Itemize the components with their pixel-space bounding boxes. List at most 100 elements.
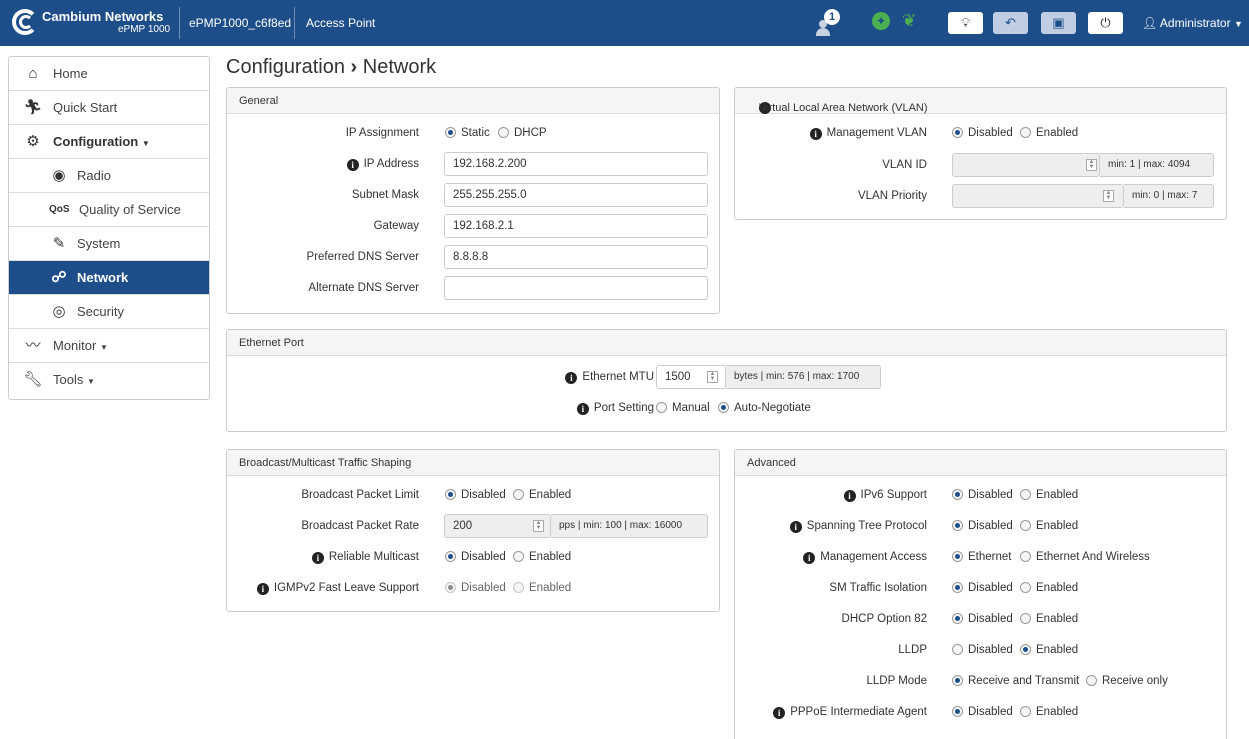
port-setting-auto-radio[interactable]: Auto-Negotiate (718, 402, 811, 414)
lightbulb-button[interactable]: 💡︎ (948, 12, 983, 34)
alternate-dns-input[interactable] (444, 276, 708, 300)
ipv6-enabled-radio[interactable]: Enabled (1020, 489, 1078, 501)
ip-address-input[interactable]: 192.168.2.200 (444, 152, 708, 176)
sidebar-item-label-text: Monitor (53, 338, 97, 353)
undo-button[interactable]: ↶ (993, 12, 1028, 34)
save-button[interactable]: ▣ (1041, 12, 1076, 34)
sidebar-item-qos[interactable]: QoS Quality of Service (9, 193, 209, 227)
user-menu[interactable]: 👤︎ Administrator ▼ (1142, 16, 1243, 30)
lightbulb-icon: 💡︎ (960, 15, 971, 30)
broadcast-rate-input[interactable]: 200 ▲ ▼ (444, 514, 551, 538)
radio-label: DHCP (514, 127, 547, 139)
pppoe-agent-label-text: PPPoE Intermediate Agent (790, 706, 927, 718)
radio-label: Disabled (968, 489, 1013, 501)
subnet-mask-label: Subnet Mask (351, 189, 419, 201)
sidebar-item-label: System (77, 236, 121, 251)
info-icon[interactable]: i (809, 128, 822, 140)
vlan-priority-input[interactable]: ▲ ▼ (952, 184, 1124, 208)
globe-icon[interactable]: ✦ (872, 12, 890, 30)
ethernet-mtu-input[interactable]: 1500 ▲ ▼ (656, 365, 726, 389)
sidebar-item-home[interactable]: ⌂ Home (9, 57, 209, 91)
management-vlan-label: i Management VLAN (809, 127, 927, 140)
igmp-enabled-radio[interactable]: Enabled (513, 582, 571, 594)
pppoe-disabled-radio[interactable]: Disabled (952, 706, 1013, 718)
port-setting-label-text: Port Setting (593, 402, 654, 414)
sidebar-item-security[interactable]: ◎ Security (9, 295, 209, 329)
reliable-multicast-label-text: Reliable Multicast (328, 551, 419, 563)
sidebar-item-network[interactable]: ☍ Network (9, 261, 209, 295)
pulse-icon: 〰 (25, 337, 41, 354)
sm-isolation-enabled-radio[interactable]: Enabled (1020, 582, 1078, 594)
radio-label: Enabled (1036, 706, 1079, 718)
reliable-multicast-enabled-radio[interactable]: Enabled (513, 551, 571, 563)
lldp-enabled-radio[interactable]: Enabled (1020, 644, 1078, 656)
management-vlan-disabled-radio[interactable]: Disabled (952, 127, 1013, 139)
management-access-label-text: Management Access (820, 551, 927, 563)
ip-assignment-static-radio[interactable]: Static (445, 127, 490, 139)
radio-selected-icon (445, 127, 456, 138)
sidebar-item-quick-start[interactable]: 🏃︎ Quick Start (9, 91, 209, 125)
sidebar-item-radio[interactable]: ◉ Radio (9, 159, 209, 193)
mgmt-access-ethernet-radio[interactable]: Ethernet (952, 551, 1011, 563)
broadcast-limit-enabled-radio[interactable]: Enabled (513, 489, 571, 501)
radio-selected-icon (952, 489, 963, 500)
info-icon[interactable]: i (803, 552, 816, 564)
stp-enabled-radio[interactable]: Enabled (1020, 520, 1078, 532)
broadcast-rate-range: pps | min: 100 | max: 16000 (551, 514, 708, 538)
info-icon[interactable]: i (256, 583, 269, 595)
sidebar-item-label: Radio (77, 168, 111, 183)
lldp-mode-rx-tx-radio[interactable]: Receive and Transmit (952, 675, 1079, 687)
info-icon[interactable]: i (346, 159, 359, 171)
sidebar-item-tools[interactable]: 🔧︎ Tools ▼ (9, 363, 209, 397)
management-access-label: i Management Access (803, 551, 927, 564)
sidebar-item-system[interactable]: ✎ System (9, 227, 209, 261)
panel-title: General (239, 95, 279, 107)
radio-unselected-icon (1020, 489, 1031, 500)
lldp-disabled-radio[interactable]: Disabled (952, 644, 1013, 656)
preferred-dns-input[interactable]: 8.8.8.8 (444, 245, 708, 269)
info-icon[interactable]: i (576, 403, 589, 415)
port-setting-manual-radio[interactable]: Manual (656, 402, 710, 414)
sm-isolation-disabled-radio[interactable]: Disabled (952, 582, 1013, 594)
cambium-logo[interactable]: Cambium Networks ePMP 1000 (8, 7, 174, 39)
panel-header: Ethernet Port (227, 330, 1226, 356)
stp-disabled-radio[interactable]: Disabled (952, 520, 1013, 532)
info-icon[interactable]: i (565, 372, 578, 384)
lldp-mode-rx-only-radio[interactable]: Receive only (1086, 675, 1168, 687)
broadcast-limit-disabled-radio[interactable]: Disabled (445, 489, 506, 501)
sidebar-item-configuration[interactable]: ⚙ Configuration ▼ (9, 125, 209, 159)
reliable-multicast-disabled-radio[interactable]: Disabled (445, 551, 506, 563)
radio-label: Disabled (968, 706, 1013, 718)
subnet-mask-input[interactable]: 255.255.255.0 (444, 183, 708, 207)
vlan-id-label: VLAN ID (882, 159, 927, 171)
info-icon[interactable]: i (773, 707, 786, 719)
device-name: ePMP1000_c6f8ed (189, 16, 292, 30)
igmp-disabled-radio[interactable]: Disabled (445, 582, 506, 594)
alerts-button[interactable]: 1 (813, 9, 841, 37)
dhcp82-disabled-radio[interactable]: Disabled (952, 613, 1013, 625)
spinner-icon[interactable]: ▲ ▼ (1103, 190, 1114, 202)
sidebar-item-monitor[interactable]: 〰 Monitor ▼ (9, 329, 209, 363)
caret-down-icon: ▼ (1233, 19, 1243, 29)
spinner-icon[interactable]: ▲ ▼ (1086, 159, 1097, 171)
vlan-id-input[interactable]: ▲ ▼ (952, 153, 1100, 177)
info-icon[interactable]: i (789, 521, 802, 533)
management-vlan-enabled-radio[interactable]: Enabled (1020, 127, 1078, 139)
reboot-button[interactable]: ⏻ (1088, 12, 1123, 34)
page-title-section: Configuration (226, 56, 345, 78)
sidebar-item-label: Network (77, 270, 129, 285)
radio-unselected-icon (513, 582, 524, 593)
dhcp82-enabled-radio[interactable]: Enabled (1020, 613, 1078, 625)
info-icon[interactable]: i (843, 490, 856, 502)
info-icon[interactable]: i (311, 552, 324, 564)
ip-assignment-dhcp-radio[interactable]: DHCP (498, 127, 547, 139)
gateway-input[interactable]: 192.168.2.1 (444, 214, 708, 238)
pppoe-enabled-radio[interactable]: Enabled (1020, 706, 1078, 718)
spinner-icon[interactable]: ▲ ▼ (707, 371, 718, 383)
mgmt-access-ethernet-wireless-radio[interactable]: Ethernet And Wireless (1020, 551, 1150, 563)
cnmaestro-icon[interactable]: ❦ (902, 12, 920, 30)
alternate-dns-label: Alternate DNS Server (308, 282, 419, 294)
spinner-icon[interactable]: ▲ ▼ (533, 520, 544, 532)
ipv6-disabled-radio[interactable]: Disabled (952, 489, 1013, 501)
radio-label: Enabled (1036, 520, 1079, 532)
